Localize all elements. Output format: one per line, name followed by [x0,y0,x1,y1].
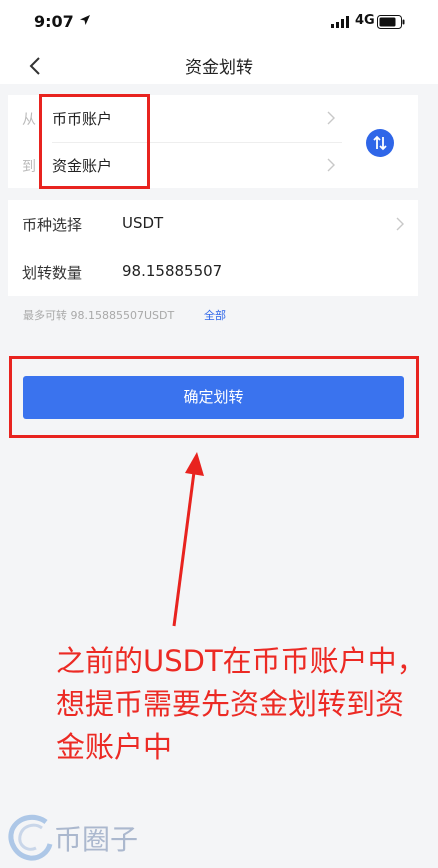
all-link[interactable]: 全部 [204,307,226,323]
network-label: 4G [355,13,375,28]
page-title: 资金划转 [185,58,253,78]
coin-label: 币种选择 [22,216,83,234]
status-time: 9:07 [34,12,74,31]
coin-value: USDT [122,214,164,232]
amount-row: 划转数量 98.15885507 [8,248,418,296]
swap-arrows-icon [373,135,387,151]
location-arrow-icon [80,15,90,25]
swap-button[interactable] [366,129,394,157]
annotation-box-button [9,356,419,438]
chevron-right-icon [327,111,335,125]
amount-input[interactable]: 98.15885507 [122,262,222,280]
chevron-right-icon [327,158,335,172]
form-panel: 币种选择 USDT 划转数量 98.15885507 [8,200,418,296]
nav-bar: 资金划转 [0,44,438,84]
signal-icon [331,16,349,28]
max-transfer-text: 最多可转 98.15885507USDT [23,309,175,322]
coin-select-row[interactable]: 币种选择 USDT [8,200,418,248]
from-prefix: 从 [22,112,36,128]
watermark-logo-icon [8,814,53,861]
to-prefix: 到 [22,159,36,175]
annotation-box-accounts [39,94,150,189]
status-bar: 9:07 4G [0,0,438,44]
annotation-text: 之前的USDT在币币账户中，想提币需要先资金划转到资金账户中 [56,644,426,764]
watermark-text: 币圈子 [54,823,139,856]
amount-label: 划转数量 [22,264,83,282]
chevron-right-icon [396,217,404,231]
watermark: 币圈子 [6,812,166,862]
battery-icon [377,15,405,29]
